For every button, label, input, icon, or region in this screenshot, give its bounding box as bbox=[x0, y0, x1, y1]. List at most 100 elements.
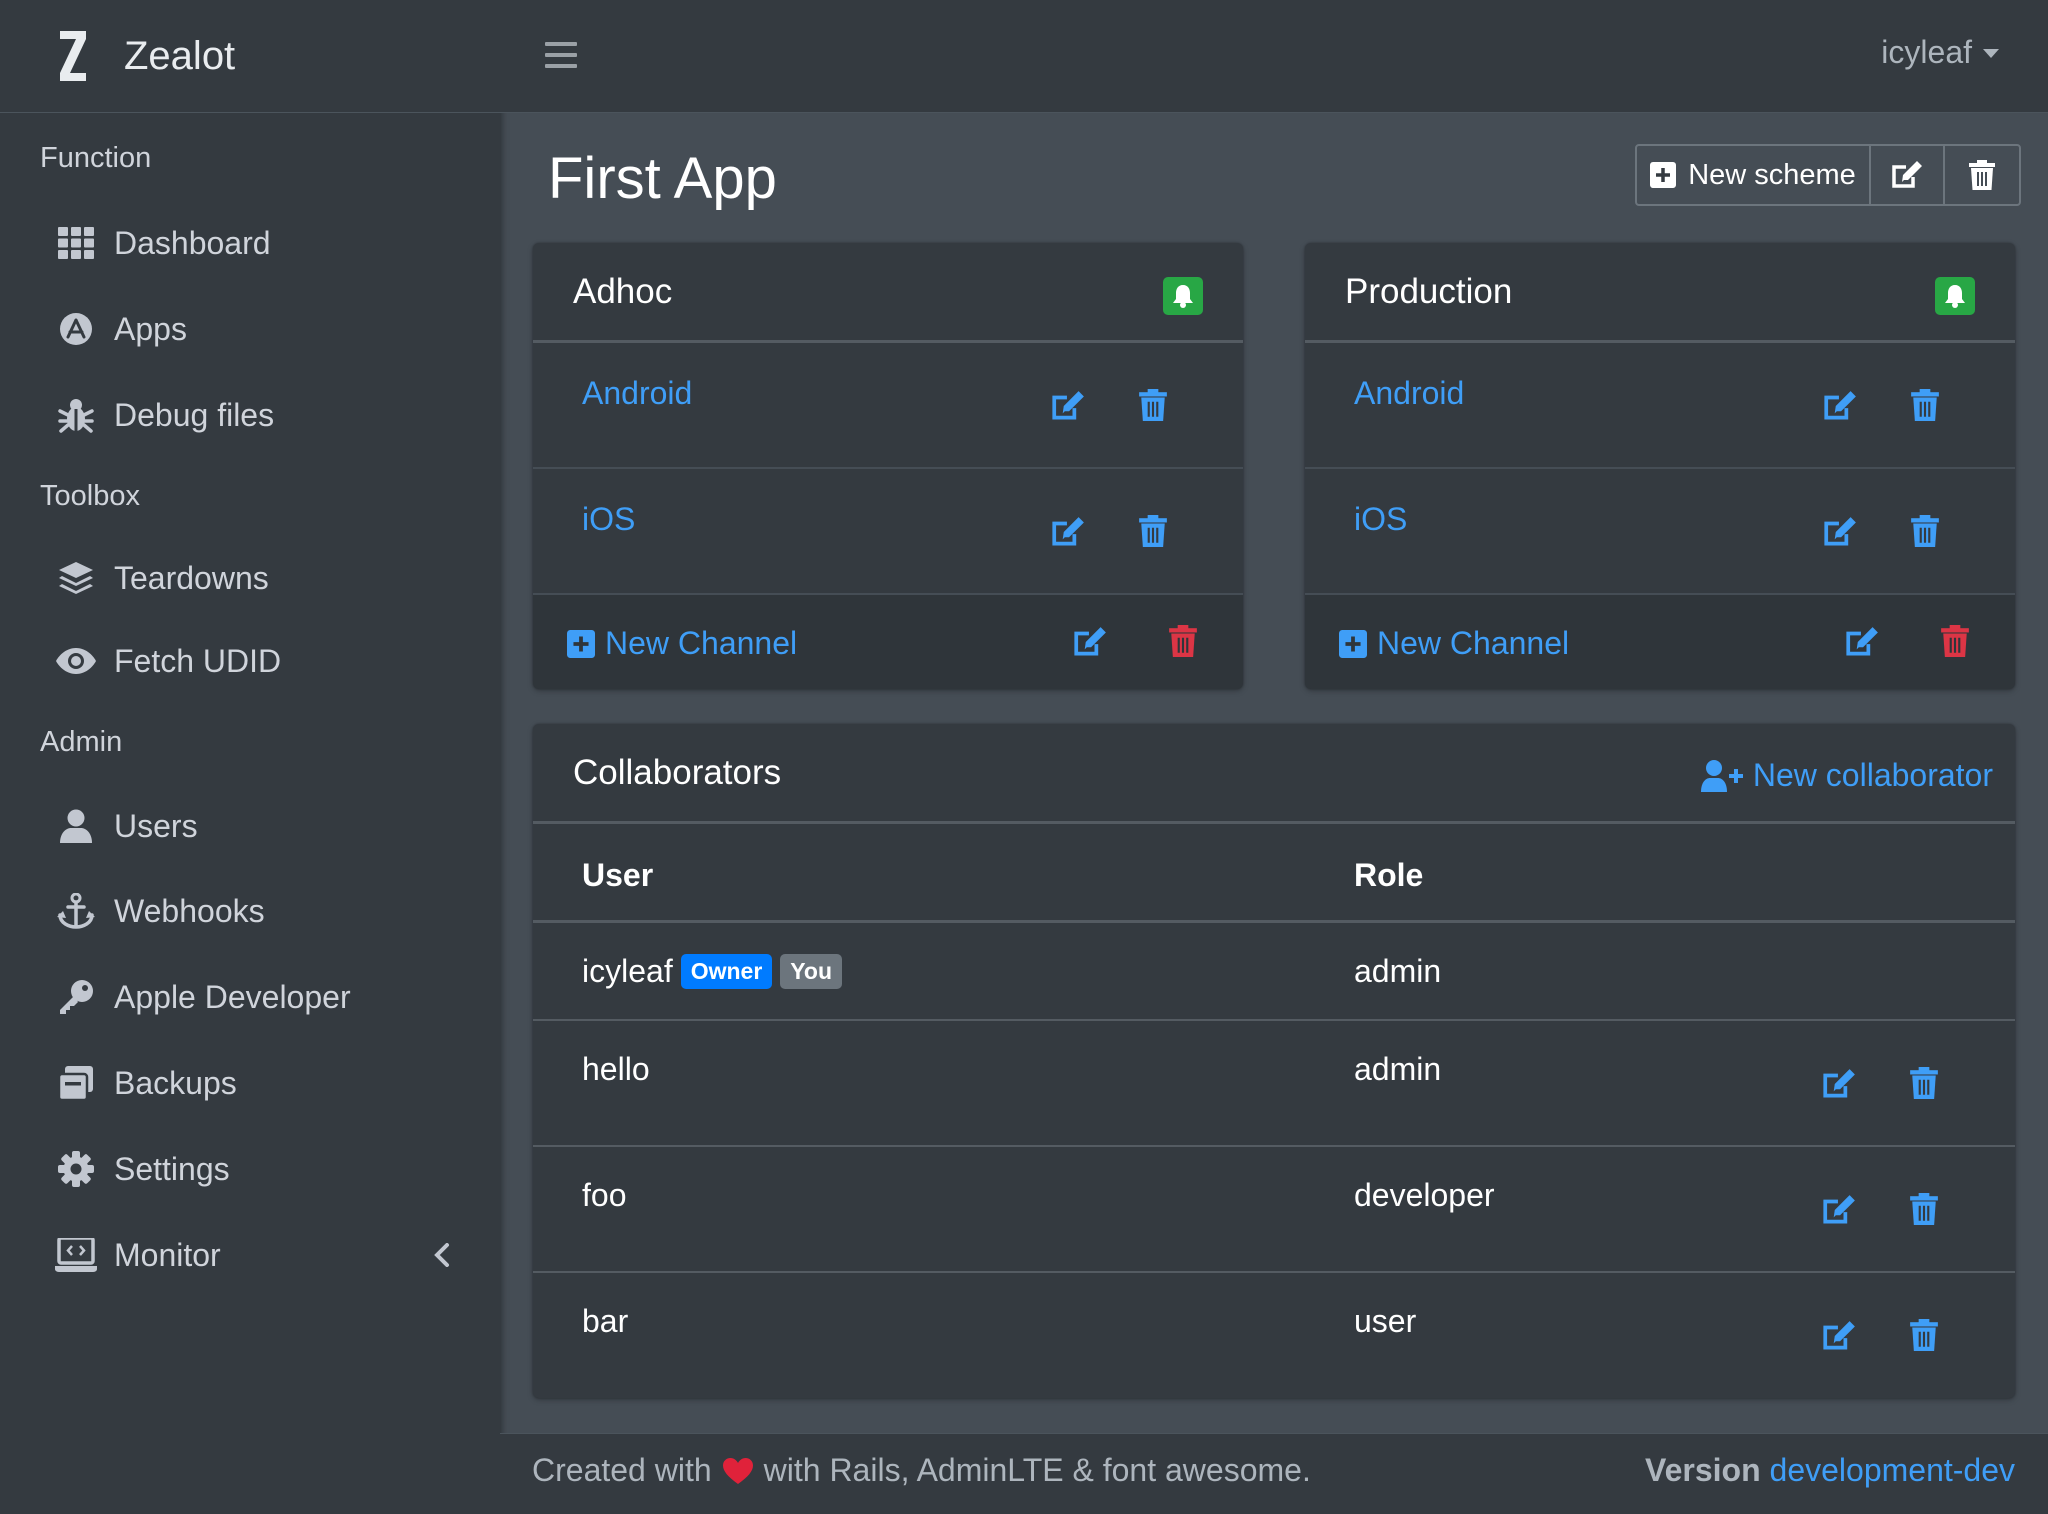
edit-scheme-icon[interactable] bbox=[1844, 625, 1880, 659]
zealot-logo-icon bbox=[60, 31, 86, 81]
trash-icon[interactable] bbox=[1910, 1319, 1938, 1351]
scheme-title: Adhoc bbox=[573, 271, 673, 311]
sidebar-item-debug-files[interactable]: Debug files bbox=[0, 372, 500, 458]
eye-icon bbox=[54, 641, 98, 681]
plus-square-icon bbox=[1339, 629, 1367, 658]
sidebar-item-apps[interactable]: Apps bbox=[0, 286, 500, 372]
collaborator-name: foo bbox=[582, 1177, 627, 1213]
channel-link-ios[interactable]: iOS bbox=[582, 501, 635, 538]
sidebar-item-fetch-udid[interactable]: Fetch UDID bbox=[0, 618, 500, 704]
collaborators-header: Collaborators New collaborator bbox=[533, 724, 2015, 824]
user-plus-icon bbox=[1700, 759, 1743, 792]
delete-scheme-icon[interactable] bbox=[1169, 625, 1197, 657]
edit-icon[interactable] bbox=[1050, 389, 1086, 423]
collaborators-card: Collaborators New collaborator User Role… bbox=[533, 724, 2015, 1398]
brand[interactable]: Zealot bbox=[0, 0, 500, 113]
trash-icon[interactable] bbox=[1139, 389, 1167, 421]
sidebar-item-settings[interactable]: Settings bbox=[0, 1126, 500, 1212]
topbar: icyleaf bbox=[500, 0, 2048, 113]
sidebar-item-apple-developer[interactable]: Apple Developer bbox=[0, 954, 500, 1040]
bell-icon[interactable] bbox=[1163, 276, 1203, 315]
footer: Created with with Rails, AdminLTE & font… bbox=[500, 1433, 2048, 1514]
sidebar-item-dashboard[interactable]: Dashboard bbox=[0, 200, 500, 286]
table-row: bar user bbox=[533, 1273, 2015, 1397]
edit-icon[interactable] bbox=[1821, 1067, 1857, 1101]
sidebar-item-label: Dashboard bbox=[114, 224, 271, 261]
owner-badge: Owner bbox=[680, 954, 773, 989]
scheme-card-header: Production bbox=[1305, 243, 2015, 343]
channel-link-ios[interactable]: iOS bbox=[1354, 501, 1407, 538]
delete-app-button[interactable] bbox=[1945, 146, 2019, 204]
sidebar-item-label: Users bbox=[114, 807, 198, 844]
edit-app-button[interactable] bbox=[1871, 146, 1945, 204]
laptop-code-icon bbox=[54, 1235, 98, 1275]
new-collaborator-label: New collaborator bbox=[1752, 757, 1993, 793]
edit-icon bbox=[1892, 161, 1922, 188]
column-header-role: Role bbox=[1354, 857, 1424, 893]
sidebar-item-users[interactable]: Users bbox=[0, 784, 500, 868]
sidebar-item-label: Apps bbox=[114, 310, 187, 347]
channel-row: Android bbox=[1305, 343, 2015, 469]
table-row: hello admin bbox=[533, 1021, 2015, 1147]
trash-icon[interactable] bbox=[1911, 389, 1939, 421]
scheme-card-production: Production Android iOS New Channel bbox=[1305, 243, 2015, 689]
edit-icon[interactable] bbox=[1822, 515, 1858, 549]
chevron-left-icon[interactable] bbox=[434, 1243, 450, 1267]
new-channel-label: New Channel bbox=[1377, 625, 1570, 661]
caret-down-icon bbox=[1983, 48, 1999, 58]
hamburger-menu-icon[interactable] bbox=[545, 40, 577, 70]
column-header-user: User bbox=[582, 857, 654, 893]
footer-version: Version development-dev bbox=[1645, 1452, 2015, 1489]
trash-icon[interactable] bbox=[1139, 515, 1167, 547]
collaborator-role: developer bbox=[1354, 1177, 1495, 1213]
table-row: icyleaf Owner You admin bbox=[533, 923, 2015, 1021]
new-scheme-label: New scheme bbox=[1688, 158, 1856, 191]
sidebar-item-label: Teardowns bbox=[114, 559, 269, 596]
new-scheme-button[interactable]: New scheme bbox=[1637, 146, 1871, 204]
trash-icon[interactable] bbox=[1910, 1193, 1938, 1225]
edit-icon[interactable] bbox=[1050, 515, 1086, 549]
edit-scheme-icon[interactable] bbox=[1072, 625, 1108, 659]
sidebar-item-label: Fetch UDID bbox=[114, 642, 282, 679]
sidebar-item-teardowns[interactable]: Teardowns bbox=[0, 538, 500, 618]
channel-link-android[interactable]: Android bbox=[582, 375, 692, 412]
gear-icon bbox=[54, 1149, 98, 1189]
plus-square-icon bbox=[567, 629, 595, 658]
brand-name: Zealot bbox=[124, 33, 236, 78]
archive-icon bbox=[54, 1063, 98, 1103]
collaborator-name: bar bbox=[582, 1303, 629, 1339]
collaborator-name: icyleaf bbox=[582, 953, 673, 989]
table-row: foo developer bbox=[533, 1147, 2015, 1273]
new-channel-button[interactable]: New Channel bbox=[1339, 625, 1569, 662]
channel-row: iOS bbox=[533, 469, 1243, 595]
sidebar-item-webhooks[interactable]: Webhooks bbox=[0, 868, 500, 954]
collaborator-role: user bbox=[1354, 1303, 1417, 1339]
page-title: First App bbox=[548, 146, 777, 211]
trash-icon[interactable] bbox=[1910, 1067, 1938, 1099]
nav-header-function: Function bbox=[40, 141, 152, 174]
user-icon bbox=[54, 806, 98, 846]
delete-scheme-icon[interactable] bbox=[1941, 625, 1969, 657]
sidebar-item-monitor[interactable]: Monitor bbox=[0, 1212, 500, 1298]
new-collaborator-button[interactable]: New collaborator bbox=[1700, 757, 1993, 794]
footer-credits: Created with with Rails, AdminLTE & font… bbox=[532, 1452, 1311, 1489]
user-menu[interactable]: icyleaf bbox=[1881, 34, 2000, 71]
grid-icon bbox=[54, 223, 98, 263]
footer-created-suffix: with Rails, AdminLTE & font awesome. bbox=[763, 1452, 1311, 1488]
table-header: User Role bbox=[533, 824, 2015, 923]
version-link[interactable]: development-dev bbox=[1770, 1452, 2015, 1488]
sidebar-item-backups[interactable]: Backups bbox=[0, 1040, 500, 1126]
channel-link-android[interactable]: Android bbox=[1354, 375, 1464, 412]
sidebar-item-label: Debug files bbox=[114, 396, 275, 433]
edit-icon[interactable] bbox=[1821, 1319, 1857, 1353]
edit-icon[interactable] bbox=[1822, 389, 1858, 423]
sidebar: Zealot Function Dashboard Apps Debug fil… bbox=[0, 0, 500, 1514]
bell-icon[interactable] bbox=[1935, 276, 1975, 315]
trash-icon[interactable] bbox=[1911, 515, 1939, 547]
scheme-card-adhoc: Adhoc Android iOS New Channel bbox=[533, 243, 1243, 689]
new-channel-button[interactable]: New Channel bbox=[567, 625, 797, 662]
key-icon bbox=[54, 977, 98, 1017]
edit-icon[interactable] bbox=[1821, 1193, 1857, 1227]
collaborators-title: Collaborators bbox=[573, 752, 782, 792]
nav-header-admin: Admin bbox=[40, 725, 123, 758]
